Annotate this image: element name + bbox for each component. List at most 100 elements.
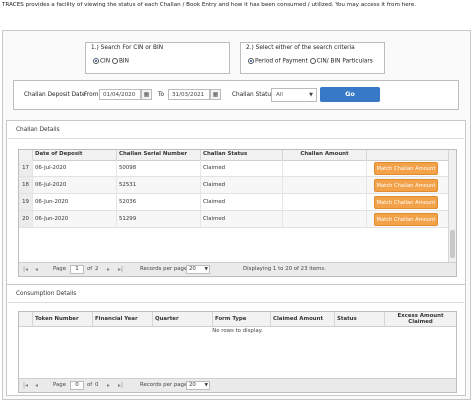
page-label: Page <box>53 382 67 388</box>
serial-number-cell: 52531 <box>117 177 201 193</box>
first-page-icon[interactable]: |◂ <box>23 381 28 390</box>
records-per-page-select[interactable]: 20 ▼ <box>186 381 210 390</box>
search-for-box: 1.) Search For CIN or BIN CIN BIN <box>85 42 230 74</box>
scrollbar-thumb[interactable] <box>450 230 455 258</box>
row-number: 17 <box>19 160 33 176</box>
next-page-icon[interactable]: ▸ <box>107 265 110 274</box>
prev-page-icon[interactable]: ◂ <box>35 265 38 274</box>
column-header-date[interactable]: Date of Deposit <box>33 150 117 160</box>
consumption-details-panel: Consumption Details Token Number Financi… <box>6 284 466 396</box>
challan-status-value: All <box>276 92 283 98</box>
table-row: 20 06-Jun-2020 51299 Claimed Match Chall… <box>19 211 448 228</box>
row-number-header <box>19 150 33 160</box>
records-per-page-value: 20 <box>189 266 196 272</box>
next-page-icon[interactable]: ▸ <box>107 381 110 390</box>
page-number-input[interactable]: 0 <box>70 381 84 390</box>
records-per-page-value: 20 <box>189 382 196 388</box>
page-number-input[interactable]: 1 <box>70 265 84 274</box>
challan-grid-body: 17 06-Jul-2020 50098 Claimed Match Chall… <box>19 160 448 238</box>
consumption-pager: |◂ ◂ Page 0 of 0 ▸ ▸| Records per page: … <box>19 378 456 392</box>
prev-page-icon[interactable]: ◂ <box>35 381 38 390</box>
amount-cell <box>283 177 367 193</box>
column-header-token[interactable]: Token Number <box>33 312 93 326</box>
serial-number-cell: 50098 <box>117 160 201 176</box>
column-header-financial-year[interactable]: Financial Year <box>93 312 153 326</box>
go-button[interactable]: Go <box>320 87 380 102</box>
records-per-page-select[interactable]: 20 ▼ <box>186 265 210 274</box>
of-label: of <box>87 266 93 272</box>
last-page-icon[interactable]: ▸| <box>118 381 123 390</box>
from-label: From <box>84 92 99 98</box>
status-cell: Claimed <box>201 177 283 193</box>
deposit-date-label: Challan Deposit Date <box>24 92 86 98</box>
to-date-input[interactable]: 31/03/2021 <box>168 89 210 100</box>
of-label: of <box>87 382 93 388</box>
row-number: 20 <box>19 211 33 227</box>
period-of-payment-radio[interactable] <box>248 57 254 64</box>
match-challan-amount-button[interactable]: Match Challan Amount <box>374 179 438 192</box>
challan-status-form: 1.) Search For CIN or BIN CIN BIN 2.) Se… <box>2 30 471 400</box>
bin-label: BIN <box>118 58 129 65</box>
challan-details-title: Challan Details <box>16 127 60 133</box>
cin-label: CIN <box>100 58 111 65</box>
deposit-date-cell: 06-Jul-2020 <box>33 160 117 176</box>
calendar-icon[interactable]: ▦ <box>210 89 221 100</box>
column-header-action <box>367 150 448 160</box>
table-row: 18 06-Jul-2020 52531 Claimed Match Chall… <box>19 177 448 194</box>
amount-cell <box>283 211 367 227</box>
filter-bar: Challan Deposit Date From 01/04/2020 ▦ T… <box>13 80 459 110</box>
records-per-page-label: Records per page: <box>140 266 190 272</box>
row-number: 19 <box>19 194 33 210</box>
column-header-form-type[interactable]: Form Type <box>213 312 271 326</box>
chevron-down-icon: ▼ <box>204 383 208 388</box>
records-per-page-label: Records per page: <box>140 382 190 388</box>
column-header-status[interactable]: Status <box>335 312 385 326</box>
column-header-status[interactable]: Challan Status <box>201 150 283 160</box>
empty-message: No rows to display. <box>212 328 263 334</box>
particulars-radio[interactable] <box>309 57 316 64</box>
amount-cell <box>283 194 367 210</box>
match-challan-amount-button[interactable]: Match Challan Amount <box>374 196 438 209</box>
display-summary: Displaying 1 to 20 of 23 items. <box>243 266 326 272</box>
total-pages: 2 <box>95 266 99 272</box>
column-header-claimed-amount[interactable]: Claimed Amount <box>271 312 335 326</box>
challan-details-panel: Challan Details Date of Deposit Challan … <box>6 120 466 286</box>
intro-text: TRACES provides a facility of viewing th… <box>2 2 417 8</box>
amount-cell <box>283 160 367 176</box>
challan-pager: |◂ ◂ Page 1 of 2 ▸ ▸| Records per page: … <box>19 262 456 276</box>
match-challan-amount-button[interactable]: Match Challan Amount <box>374 213 438 226</box>
criteria-label: 2.) Select either of the search criteria <box>246 45 355 51</box>
last-page-icon[interactable]: ▸| <box>118 265 123 274</box>
column-header-serial[interactable]: Challan Serial Number <box>117 150 201 160</box>
vertical-scrollbar[interactable] <box>448 150 456 262</box>
challan-status-select[interactable]: All ▼ <box>271 88 317 102</box>
page-label: Page <box>53 266 67 272</box>
column-header-amount[interactable]: Challan Amount <box>283 150 367 160</box>
divider <box>8 302 464 303</box>
cin-radio[interactable] <box>93 57 99 64</box>
search-for-label: 1.) Search For CIN or BIN <box>91 45 164 51</box>
column-header-excess-amount[interactable]: Excess Amount Claimed <box>385 312 456 326</box>
period-of-payment-label: Period of Payment <box>255 58 308 65</box>
criteria-radio-group: Period of Payment CIN/ BIN Particulars <box>248 57 373 65</box>
challan-grid: Date of Deposit Challan Serial Number Ch… <box>18 149 457 277</box>
first-page-icon[interactable]: |◂ <box>23 265 28 274</box>
chevron-down-icon: ▼ <box>204 267 208 272</box>
cin-bin-radio-group: CIN BIN <box>93 57 129 65</box>
serial-number-cell: 52036 <box>117 194 201 210</box>
total-pages: 0 <box>95 382 99 388</box>
status-label: Challan Status <box>232 92 275 98</box>
bin-radio[interactable] <box>111 57 118 64</box>
deposit-date-cell: 06-Jun-2020 <box>33 194 117 210</box>
consumption-grid-header: Token Number Financial Year Quarter Form… <box>19 312 456 327</box>
particulars-label: CIN/ BIN Particulars <box>316 58 373 65</box>
row-number: 18 <box>19 177 33 193</box>
from-date-input[interactable]: 01/04/2020 <box>99 89 141 100</box>
chevron-down-icon: ▼ <box>309 92 313 98</box>
match-challan-amount-button[interactable]: Match Challan Amount <box>374 162 438 175</box>
calendar-icon[interactable]: ▦ <box>141 89 152 100</box>
to-label: To <box>158 92 165 98</box>
status-cell: Claimed <box>201 211 283 227</box>
status-cell: Claimed <box>201 194 283 210</box>
column-header-quarter[interactable]: Quarter <box>153 312 213 326</box>
